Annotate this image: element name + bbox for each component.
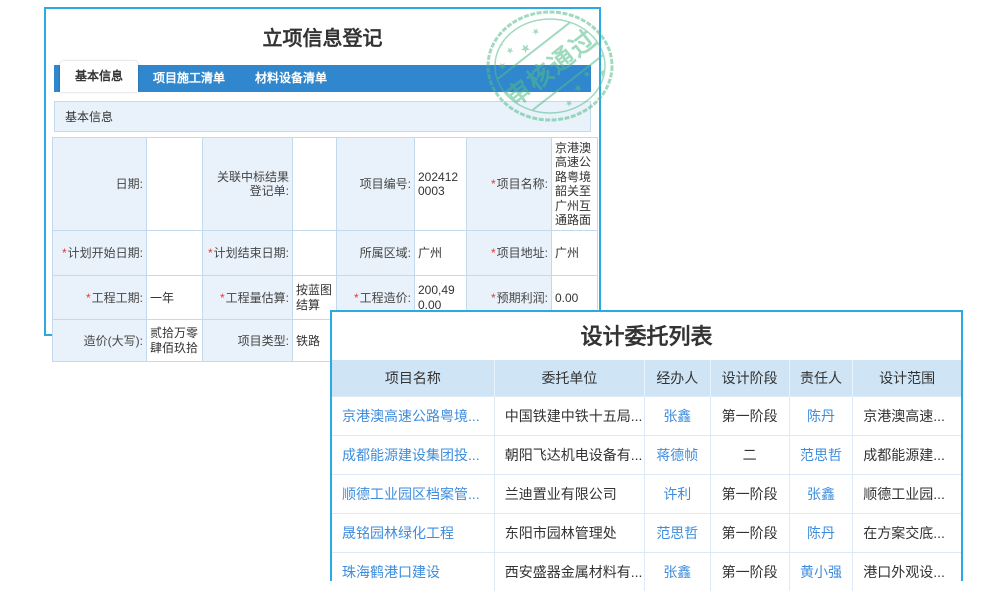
field-label-project-name: *项目名称: — [467, 138, 552, 231]
required-marker: * — [491, 291, 496, 305]
field-label-project-no: 项目编号: — [337, 138, 415, 231]
client-cell: 西安盛器金属材料有... — [494, 553, 644, 592]
column-header-owner: 责任人 — [789, 360, 853, 397]
field-label-address: *项目地址: — [467, 231, 552, 276]
table-row[interactable]: 成都能源建设集团投... 朝阳飞达机电设备有... 蒋德帧 二 范思哲 成都能源… — [332, 436, 961, 475]
stage-cell: 第一阶段 — [710, 553, 789, 592]
field-value-region: 广州 — [415, 231, 467, 276]
field-label-bid-result: 关联中标结果登记单: — [203, 138, 293, 231]
field-value-address: 广州 — [552, 231, 598, 276]
field-label-plan-end: *计划结束日期: — [203, 231, 293, 276]
scope-cell: 京港澳高速... — [853, 397, 961, 436]
field-label-plan-start: *计划开始日期: — [53, 231, 147, 276]
column-header-client: 委托单位 — [494, 360, 644, 397]
handler-link[interactable]: 张鑫 — [645, 553, 710, 592]
table-header-row: 项目名称 委托单位 经办人 设计阶段 责任人 设计范围 — [332, 360, 961, 397]
project-name-link[interactable]: 顺德工业园区档案管... — [332, 475, 494, 514]
table-row[interactable]: 顺德工业园区档案管... 兰迪置业有限公司 许利 第一阶段 张鑫 顺德工业园..… — [332, 475, 961, 514]
stage-cell: 第一阶段 — [710, 397, 789, 436]
field-value-plan-end — [293, 231, 337, 276]
registration-panel: 立项信息登记 基本信息 项目施工清单 材料设备清单 基本信息 日期: 关联中标结… — [44, 7, 601, 336]
required-marker: * — [86, 291, 91, 305]
field-value-cost-words: 贰拾万零肆佰玖拾 — [147, 320, 203, 362]
field-value-bid-result — [293, 138, 337, 231]
column-header-project-name: 项目名称 — [332, 360, 494, 397]
scope-cell: 成都能源建... — [853, 436, 961, 475]
required-marker: * — [208, 246, 213, 260]
required-marker: * — [62, 246, 67, 260]
project-name-link[interactable]: 珠海鹤港口建设 — [332, 553, 494, 592]
scope-cell: 港口外观设... — [853, 553, 961, 592]
page-title: 立项信息登记 — [46, 22, 599, 51]
design-list-table: 项目名称 委托单位 经办人 设计阶段 责任人 设计范围 京港澳高速公路粤境...… — [332, 360, 961, 591]
client-cell: 兰迪置业有限公司 — [494, 475, 644, 514]
required-marker: * — [220, 291, 225, 305]
stage-cell: 第一阶段 — [710, 475, 789, 514]
required-marker: * — [354, 291, 359, 305]
project-name-link[interactable]: 成都能源建设集团投... — [332, 436, 494, 475]
page: 立项信息登记 基本信息 项目施工清单 材料设备清单 基本信息 日期: 关联中标结… — [0, 0, 1000, 600]
field-label-region: 所属区域: — [337, 231, 415, 276]
design-list-panel: 设计委托列表 项目名称 委托单位 经办人 设计阶段 责任人 设计范围 京港澳高速… — [330, 310, 963, 581]
tab-bar: 基本信息 项目施工清单 材料设备清单 — [54, 65, 591, 92]
table-row[interactable]: 晟铭园林绿化工程 东阳市园林管理处 范思哲 第一阶段 陈丹 在方案交底... — [332, 514, 961, 553]
section-title-basic-info: 基本信息 — [54, 101, 591, 132]
column-header-handler: 经办人 — [645, 360, 710, 397]
field-label-duration: *工程工期: — [53, 276, 147, 320]
tab-material-equipment-list[interactable]: 材料设备清单 — [240, 65, 342, 92]
column-header-design-stage: 设计阶段 — [710, 360, 789, 397]
field-value-duration: 一年 — [147, 276, 203, 320]
owner-link[interactable]: 陈丹 — [789, 397, 853, 436]
tab-basic-info[interactable]: 基本信息 — [60, 61, 138, 92]
required-marker: * — [491, 246, 496, 260]
handler-link[interactable]: 范思哲 — [645, 514, 710, 553]
field-label-cost-words: 造价(大写): — [53, 320, 147, 362]
project-name-link[interactable]: 京港澳高速公路粤境... — [332, 397, 494, 436]
design-list-title: 设计委托列表 — [332, 312, 961, 360]
field-label-project-type: 项目类型: — [203, 320, 293, 362]
scope-cell: 在方案交底... — [853, 514, 961, 553]
field-label-date: 日期: — [53, 138, 147, 231]
owner-link[interactable]: 黄小强 — [789, 553, 853, 592]
client-cell: 东阳市园林管理处 — [494, 514, 644, 553]
field-value-plan-start — [147, 231, 203, 276]
table-row[interactable]: 京港澳高速公路粤境... 中国铁建中铁十五局... 张鑫 第一阶段 陈丹 京港澳… — [332, 397, 961, 436]
owner-link[interactable]: 范思哲 — [789, 436, 853, 475]
scope-cell: 顺德工业园... — [853, 475, 961, 514]
client-cell: 朝阳飞达机电设备有... — [494, 436, 644, 475]
stage-cell: 二 — [710, 436, 789, 475]
field-value-project-no: 2024120003 — [415, 138, 467, 231]
tab-construction-list[interactable]: 项目施工清单 — [138, 65, 240, 92]
handler-link[interactable]: 蒋德帧 — [645, 436, 710, 475]
client-cell: 中国铁建中铁十五局... — [494, 397, 644, 436]
handler-link[interactable]: 许利 — [645, 475, 710, 514]
project-name-link[interactable]: 晟铭园林绿化工程 — [332, 514, 494, 553]
field-value-project-name: 京港澳高速公路粤境韶关至广州互通路面 — [552, 138, 598, 231]
field-label-quantity-estimate: *工程量估算: — [203, 276, 293, 320]
stage-cell: 第一阶段 — [710, 514, 789, 553]
field-value-date — [147, 138, 203, 231]
owner-link[interactable]: 张鑫 — [789, 475, 853, 514]
handler-link[interactable]: 张鑫 — [645, 397, 710, 436]
required-marker: * — [491, 177, 496, 191]
column-header-design-scope: 设计范围 — [853, 360, 961, 397]
table-row[interactable]: 珠海鹤港口建设 西安盛器金属材料有... 张鑫 第一阶段 黄小强 港口外观设..… — [332, 553, 961, 592]
owner-link[interactable]: 陈丹 — [789, 514, 853, 553]
